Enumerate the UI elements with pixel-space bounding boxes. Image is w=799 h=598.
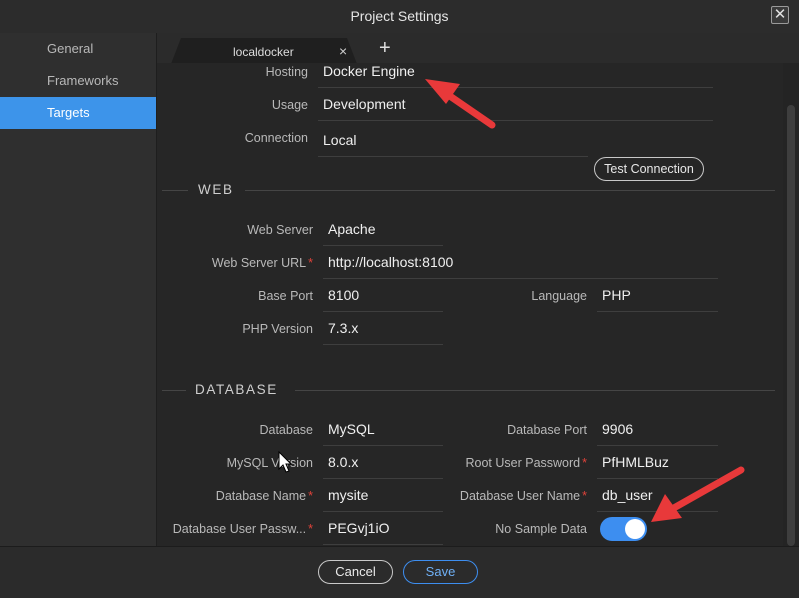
required-marker: * [582,456,587,470]
connection-value[interactable]: Local [323,132,356,148]
section-divider [245,190,775,191]
tab-bar: localdocker × + [157,33,799,64]
root-password-value[interactable]: PfHMLBuz [602,454,669,470]
dialog-footer: Cancel Save [0,546,799,598]
database-name-underline [323,511,443,512]
php-version-label: PHP Version [242,322,313,336]
web-section-title: WEB [198,182,234,197]
web-server-url-label-text: Web Server URL [211,256,307,270]
connection-label: Connection [244,131,308,145]
database-user-underline [597,511,718,512]
php-version-value[interactable]: 7.3.x [328,320,358,336]
php-version-underline [323,344,443,345]
tab-localdocker[interactable]: localdocker × [171,38,357,64]
language-value[interactable]: PHP [602,287,631,303]
database-label: Database [259,423,313,437]
database-port-value[interactable]: 9906 [602,421,633,437]
required-marker: * [308,256,313,270]
database-section-title: DATABASE [195,382,278,397]
window-title: Project Settings [350,8,449,24]
mysql-version-value[interactable]: 8.0.x [328,454,358,470]
toggle-knob [625,519,645,539]
scrollbar-thumb[interactable] [787,105,795,546]
web-server-url-underline [323,278,718,279]
no-sample-data-label: No Sample Data [495,522,587,536]
root-password-label-text: Root User Password [465,456,581,470]
required-marker: * [308,522,313,536]
connection-underline [318,156,588,157]
sidebar-item-targets[interactable]: Targets [0,97,156,129]
base-port-value[interactable]: 8100 [328,287,359,303]
add-tab-icon[interactable]: + [379,37,391,60]
section-divider [162,190,188,191]
database-port-underline [597,445,718,446]
usage-label: Usage [271,98,308,112]
settings-sidebar: General Frameworks Targets [0,33,157,546]
database-name-value[interactable]: mysite [328,487,368,503]
title-bar: Project Settings ✕ [0,0,799,33]
database-user-label-text: Database User Name [459,489,581,503]
root-password-label: Root User Password * [466,456,588,470]
required-marker: * [308,489,313,503]
hosting-label: Hosting [265,65,308,79]
web-server-url-value[interactable]: http://localhost:8100 [328,254,453,270]
mysql-version-label: MySQL Version [226,456,313,470]
database-user-password-value[interactable]: PEGvj1iO [328,520,389,536]
database-user-value[interactable]: db_user [602,487,653,503]
database-underline [323,445,443,446]
root-password-underline [597,478,718,479]
tab-close-icon[interactable]: × [339,43,347,59]
required-marker: * [582,489,587,503]
database-user-password-underline [323,544,443,545]
no-sample-data-toggle[interactable] [600,517,647,541]
language-label: Language [531,289,587,303]
target-settings-form: Hosting Docker Engine Usage Development … [157,63,783,546]
hosting-underline [318,87,713,88]
web-server-label: Web Server [247,223,313,237]
base-port-underline [323,311,443,312]
web-server-url-label: Web Server URL * [212,256,313,270]
section-divider [295,390,775,391]
usage-underline [318,120,713,121]
hosting-value[interactable]: Docker Engine [323,63,415,79]
main-panel: localdocker × + Hosting Docker Engine Us… [157,33,799,546]
database-name-label-text: Database Name [215,489,307,503]
sidebar-item-frameworks[interactable]: Frameworks [0,65,156,97]
database-port-label: Database Port [507,423,587,437]
save-button[interactable]: Save [403,560,478,584]
base-port-label: Base Port [258,289,313,303]
vertical-scrollbar[interactable] [783,63,799,546]
web-server-value[interactable]: Apache [328,221,375,237]
language-underline [597,311,718,312]
database-user-password-label: Database User Passw... * [173,522,313,536]
web-server-underline [323,245,443,246]
mysql-version-underline [323,478,443,479]
usage-value[interactable]: Development [323,96,406,112]
database-value[interactable]: MySQL [328,421,375,437]
test-connection-button[interactable]: Test Connection [594,157,704,181]
sidebar-item-general[interactable]: General [0,33,156,65]
close-icon[interactable]: ✕ [771,6,789,24]
database-user-label: Database User Name * [460,489,587,503]
database-user-password-label-text: Database User Passw... [172,522,307,536]
cancel-button[interactable]: Cancel [318,560,393,584]
tab-label: localdocker [233,45,294,59]
section-divider [162,390,186,391]
database-name-label: Database Name * [216,489,313,503]
